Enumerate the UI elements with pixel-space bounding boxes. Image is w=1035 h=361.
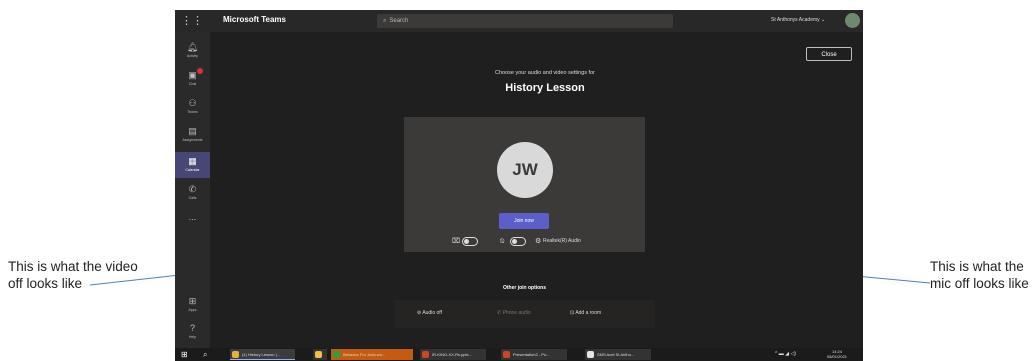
add-room-option[interactable]: ⊡ Add a room bbox=[570, 310, 601, 316]
rail-item-calls[interactable]: ✆ Calls bbox=[175, 180, 210, 206]
calendar-icon: ▦ bbox=[188, 156, 197, 166]
bell-icon: 🔔︎ bbox=[186, 42, 199, 52]
apps-icon: ⊞ bbox=[188, 296, 197, 306]
rail-label: Chat bbox=[188, 82, 197, 86]
more-icon: ... bbox=[188, 212, 197, 222]
rail-item-calendar[interactable]: ▦ Calendar bbox=[175, 152, 210, 178]
audio-device-label[interactable]: Realtek(R) Audio bbox=[543, 238, 581, 244]
windows-start-icon[interactable]: ⊞ bbox=[181, 350, 188, 359]
taskbar-item-word[interactable]: Behavior For Judo.wo... bbox=[331, 349, 413, 360]
video-preview: JW Join now bbox=[404, 117, 645, 252]
settings-gear-icon[interactable]: ⚙ bbox=[535, 237, 541, 247]
avatar: JW bbox=[497, 142, 553, 198]
meeting-title: History Lesson bbox=[505, 82, 585, 94]
app-icon bbox=[587, 351, 594, 358]
help-icon: ? bbox=[189, 323, 195, 333]
notification-badge bbox=[197, 68, 203, 74]
search-icon: ⌕ bbox=[383, 18, 387, 24]
toggle-knob bbox=[512, 239, 517, 244]
rail-item-teams[interactable]: ⚇ Teams bbox=[175, 94, 210, 120]
close-button[interactable]: Close bbox=[806, 47, 852, 61]
app-rail: 🔔︎ Activity ▣ Chat ⚇ Teams ▤ Assignments… bbox=[175, 32, 210, 348]
taskbar-item-chrome[interactable]: (1) History Lesson |... bbox=[230, 349, 295, 360]
other-join-options: ⊘ Audio off ✆ Phone audio ⊡ Add a room bbox=[395, 300, 655, 328]
rail-item-help[interactable]: ? Help bbox=[175, 319, 210, 345]
rail-label: Teams bbox=[187, 110, 198, 114]
other-join-options-title: Other join options bbox=[502, 285, 547, 291]
folder-icon bbox=[315, 351, 322, 358]
app-icon bbox=[333, 351, 340, 358]
rail-item-assignments[interactable]: ▤ Assignments bbox=[175, 122, 210, 148]
video-toggle[interactable] bbox=[462, 237, 478, 246]
phone-icon: ✆ bbox=[188, 184, 197, 194]
rail-item-more[interactable]: ... bbox=[175, 208, 210, 234]
rail-label: Calendar bbox=[185, 168, 200, 172]
windows-taskbar: ⊞ ⌕ (1) History Lesson |... Behavior For… bbox=[175, 348, 863, 361]
taskbar-clock[interactable]: 14:24 08/01/2021 bbox=[827, 349, 847, 359]
prejoin-prompt: Choose your audio and video settings for bbox=[495, 70, 595, 76]
taskbar-item-powerpoint-2[interactable]: Presentation2 - Po... bbox=[501, 349, 567, 360]
chrome-icon bbox=[232, 351, 239, 358]
teams-icon: ⚇ bbox=[188, 98, 197, 108]
camera-off-icon: ⌧ bbox=[452, 238, 461, 245]
join-now-button[interactable]: Join now bbox=[499, 213, 549, 229]
search-input[interactable]: ⌕ Search bbox=[377, 14, 673, 28]
phone-audio-option[interactable]: ✆ Phone audio bbox=[497, 310, 531, 316]
powerpoint-icon bbox=[503, 351, 510, 358]
mic-toggle[interactable] bbox=[510, 237, 526, 246]
audio-off-option[interactable]: ⊘ Audio off bbox=[417, 310, 442, 316]
clock-date: 08/01/2021 bbox=[827, 354, 848, 359]
rail-label: Apps bbox=[188, 308, 197, 312]
org-switcher[interactable]: St Anthonys Academy ⌄ bbox=[771, 17, 825, 23]
taskbar-item-explorer[interactable] bbox=[313, 349, 327, 360]
rail-label: Help bbox=[188, 335, 197, 339]
rail-item-activity[interactable]: 🔔︎ Activity bbox=[175, 38, 210, 64]
taskbar-search-icon[interactable]: ⌕ bbox=[203, 350, 207, 359]
chat-icon: ▣ bbox=[188, 70, 197, 80]
profile-avatar[interactable] bbox=[845, 13, 860, 28]
powerpoint-icon bbox=[422, 351, 429, 358]
app-launcher-icon[interactable]: ⋮⋮ bbox=[181, 14, 203, 28]
assignments-icon: ▤ bbox=[188, 126, 197, 136]
taskbar-item-powerpoint-1[interactable]: IR-KING-XX-Rs.pptx... bbox=[420, 349, 486, 360]
rail-item-chat[interactable]: ▣ Chat bbox=[175, 66, 210, 92]
annotation-video-off: This is what the video off looks like bbox=[8, 259, 138, 291]
annotation-mic-off: This is what the mic off looks like bbox=[930, 259, 1029, 291]
app-title: Microsoft Teams bbox=[223, 15, 286, 24]
search-placeholder: Search bbox=[389, 18, 409, 24]
rail-label: Activity bbox=[186, 54, 199, 58]
taskbar-item-sms[interactable]: SMS Acet St Antho... bbox=[585, 349, 651, 360]
mic-off-icon: ⍉ bbox=[500, 238, 505, 245]
device-controls: ⌧ ⍉ ⚙ Realtek(R) Audio bbox=[404, 234, 645, 252]
toggle-knob bbox=[464, 239, 469, 244]
title-bar: ⋮⋮ Microsoft Teams ⌕ Search St Anthonys A… bbox=[175, 10, 863, 32]
rail-label: Calls bbox=[188, 196, 197, 200]
system-tray[interactable]: ^ ▬ ◢ ◁) bbox=[775, 350, 796, 359]
rail-item-apps[interactable]: ⊞ Apps bbox=[175, 292, 210, 318]
rail-label: Assignments bbox=[182, 138, 203, 142]
teams-window: ⋮⋮ Microsoft Teams ⌕ Search St Anthonys A… bbox=[175, 10, 863, 361]
